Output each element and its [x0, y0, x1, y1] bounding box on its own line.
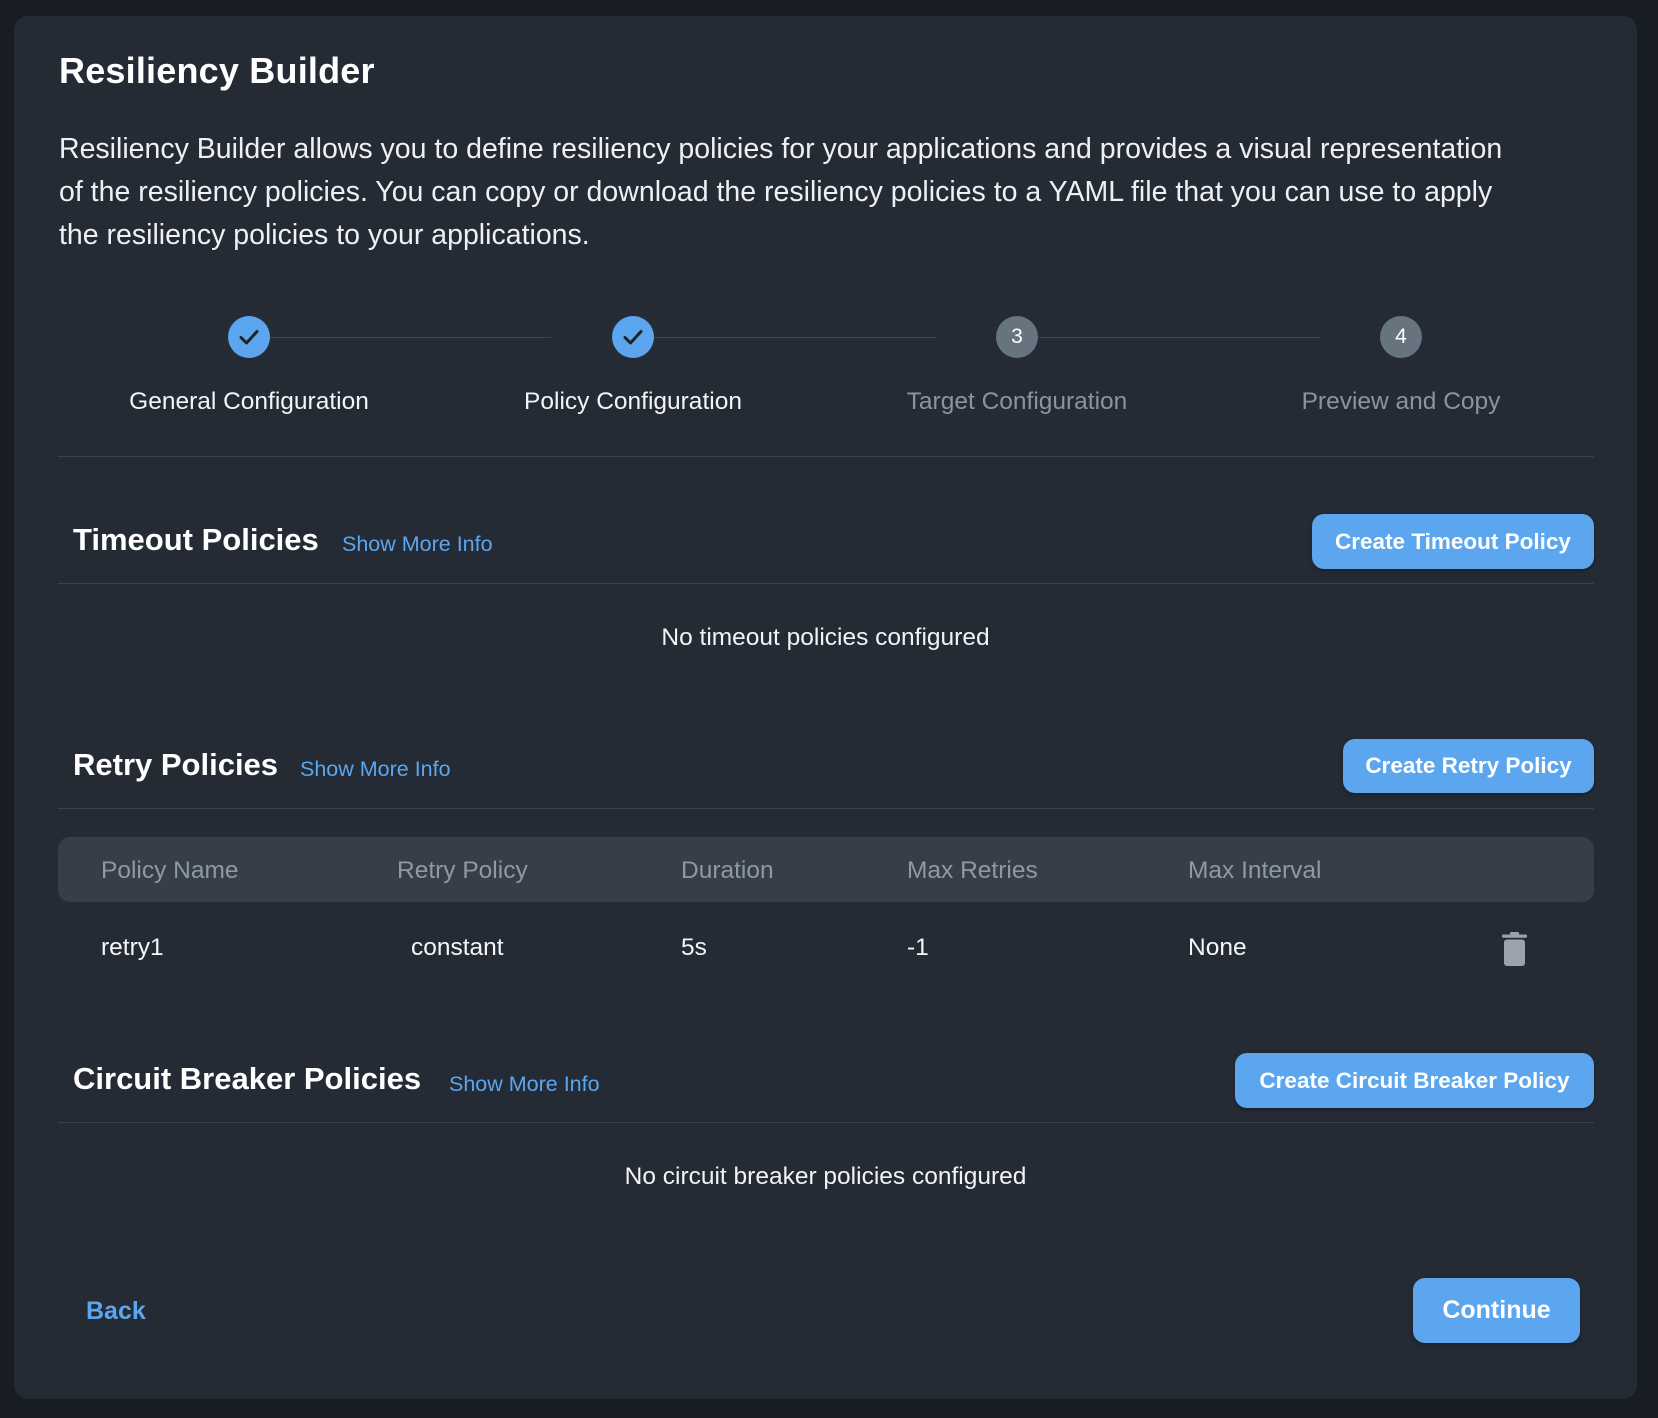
retry-show-more-info-link[interactable]: Show More Info [300, 757, 451, 782]
circuit-breaker-section-title: Circuit Breaker Policies [73, 1061, 422, 1096]
column-header-max-retries: Max Retries [907, 857, 1038, 884]
check-icon [623, 330, 643, 345]
trash-icon [1502, 932, 1527, 966]
retry-section-title: Retry Policies [73, 747, 279, 782]
step-2-label: Policy Configuration [524, 388, 742, 415]
cell-duration: 5s [681, 934, 707, 961]
column-header-policy-name: Policy Name [101, 857, 239, 884]
timeout-empty-state: No timeout policies configured [661, 624, 990, 651]
column-header-duration: Duration [681, 857, 774, 884]
circuit-breaker-show-more-info-link[interactable]: Show More Info [449, 1072, 600, 1097]
resiliency-builder-card: Resiliency Builder Resiliency Builder al… [14, 16, 1637, 1399]
step-3-marker: 3 [996, 316, 1038, 358]
cell-retry-policy: constant [411, 934, 504, 961]
step-connector [640, 337, 936, 338]
cell-max-retries: -1 [907, 934, 929, 961]
step-3-label: Target Configuration [906, 388, 1128, 415]
circuit-breaker-section-divider [58, 1122, 1594, 1123]
create-timeout-policy-button[interactable]: Create Timeout Policy [1312, 514, 1594, 569]
circuit-breaker-empty-state: No circuit breaker policies configured [624, 1163, 1027, 1190]
retry-section-divider [58, 808, 1594, 809]
cell-max-interval: None [1188, 934, 1247, 961]
cell-policy-name: retry1 [101, 934, 164, 961]
create-circuit-breaker-policy-button[interactable]: Create Circuit Breaker Policy [1235, 1053, 1594, 1108]
continue-button[interactable]: Continue [1413, 1278, 1580, 1343]
create-retry-policy-button[interactable]: Create Retry Policy [1343, 739, 1594, 793]
step-connector [1024, 337, 1320, 338]
step-4-label: Preview and Copy [1301, 388, 1501, 415]
page-title: Resiliency Builder [59, 50, 375, 91]
timeout-show-more-info-link[interactable]: Show More Info [342, 532, 493, 557]
description-line: the resiliency policies to your applicat… [59, 219, 590, 251]
check-icon [239, 330, 259, 345]
description-line: of the resiliency policies. You can copy… [59, 176, 1493, 208]
timeout-section-divider [58, 583, 1594, 584]
column-header-retry-policy: Retry Policy [397, 857, 528, 884]
column-header-max-interval: Max Interval [1188, 857, 1322, 884]
page-description: Resiliency Builder allows you to define … [59, 128, 1619, 257]
delete-policy-button[interactable] [1502, 932, 1527, 966]
step-1-label: General Configuration [129, 388, 369, 415]
step-4-marker: 4 [1380, 316, 1422, 358]
timeout-section-title: Timeout Policies [73, 522, 319, 557]
step-1-marker [228, 316, 270, 358]
description-line: Resiliency Builder allows you to define … [59, 133, 1503, 165]
retry-table-header: Policy Name Retry Policy Duration Max Re… [58, 837, 1594, 902]
step-2-marker [612, 316, 654, 358]
step-connector [255, 337, 551, 338]
stepper-divider [58, 456, 1594, 457]
back-link[interactable]: Back [86, 1297, 146, 1326]
